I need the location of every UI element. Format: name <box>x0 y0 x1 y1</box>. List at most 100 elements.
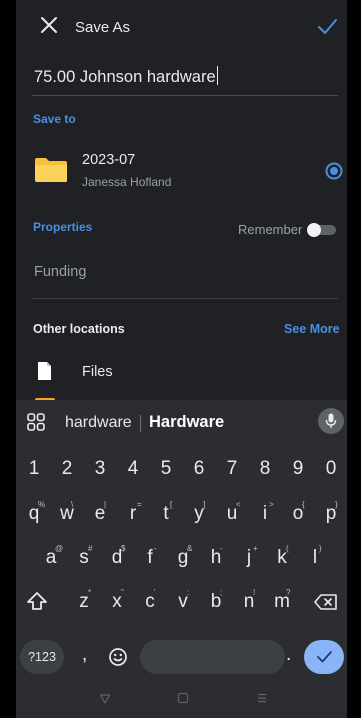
key-alt-symbol: \ <box>71 500 74 509</box>
key-alt-symbol: = <box>137 500 142 509</box>
key-number_row-7[interactable]: 8 <box>250 458 280 480</box>
save-as-dialog: Save As 75.00 Johnson hardware Save to 2… <box>16 0 347 718</box>
key-row2-5[interactable]: h <box>201 547 231 569</box>
key-alt-symbol: | <box>104 500 107 509</box>
remember-label: Remember <box>238 222 303 237</box>
confirm-check-icon[interactable] <box>316 15 338 37</box>
nav-recents-icon[interactable] <box>256 692 268 704</box>
properties-label: Properties <box>33 220 93 234</box>
keyboard: hardware Hardware 1 2 3 4 5 6 7 8 9 0 q% w \ e | r = t[y]… <box>16 400 347 718</box>
key-alt-symbol: < <box>236 500 241 509</box>
file-icon <box>38 362 51 380</box>
key-alt-symbol: % <box>38 500 46 509</box>
key-alt-symbol: # <box>88 544 93 553</box>
key-row3-2[interactable]: c <box>135 591 165 613</box>
suggestion-1[interactable]: hardware <box>65 414 132 432</box>
enter-key[interactable] <box>304 640 344 674</box>
save-to-label: Save to <box>33 112 76 126</box>
key-number_row-0[interactable]: 1 <box>19 458 49 480</box>
key-row1-2[interactable]: e <box>85 503 115 525</box>
key-alt-symbol: ( <box>286 544 289 553</box>
key-row3-4[interactable]: b <box>201 591 231 613</box>
key-row1-4[interactable]: t <box>151 503 181 525</box>
key-alt-symbol: [ <box>170 500 173 509</box>
key-number_row-5[interactable]: 6 <box>184 458 214 480</box>
remember-toggle[interactable] <box>306 222 338 238</box>
location-label: Files <box>82 364 113 380</box>
backspace-icon[interactable] <box>314 593 338 611</box>
nav-home-icon[interactable] <box>177 692 189 704</box>
shift-icon[interactable] <box>26 591 48 611</box>
key-number_row-3[interactable]: 4 <box>118 458 148 480</box>
suggestion-2[interactable]: Hardware <box>149 413 224 432</box>
key-alt-symbol: * <box>88 588 92 597</box>
other-locations-label: Other locations <box>33 322 125 336</box>
key-alt-symbol: @ <box>55 544 64 553</box>
apps-grid-icon[interactable] <box>26 412 46 432</box>
filename-underline <box>32 95 338 96</box>
key-number_row-1[interactable]: 2 <box>52 458 82 480</box>
key-row3-3[interactable]: v <box>168 591 198 613</box>
enter-check-icon <box>317 651 332 663</box>
key-row2-3[interactable]: f <box>135 547 165 569</box>
emoji-icon[interactable] <box>108 647 128 667</box>
text-caret <box>216 66 218 85</box>
key-row1-1[interactable]: w <box>52 503 82 525</box>
key-row1-9[interactable]: p <box>316 503 346 525</box>
key-alt-symbol: { <box>302 500 305 509</box>
key-alt-symbol: ? <box>286 588 291 597</box>
suggestion-strip: hardware Hardware <box>16 400 347 444</box>
symbols-key[interactable]: ?123 <box>20 640 64 674</box>
key-row2-7[interactable]: k <box>267 547 297 569</box>
key-alt-symbol: > <box>269 500 274 509</box>
key-alt-symbol: ' <box>154 588 156 597</box>
key-alt-symbol: - <box>220 544 223 553</box>
key-alt-symbol: " <box>121 588 124 597</box>
suggestion-divider <box>140 415 141 432</box>
key-row2-2[interactable]: d <box>102 547 132 569</box>
key-alt-symbol: ) <box>319 544 322 553</box>
folder-name: 2023-07 <box>82 152 136 168</box>
key-row1-7[interactable]: i <box>250 503 280 525</box>
filename-value: 75.00 Johnson hardware <box>34 68 216 86</box>
key-row1-8[interactable]: o <box>283 503 313 525</box>
key-number_row-6[interactable]: 7 <box>217 458 247 480</box>
key-row2-6[interactable]: j <box>234 547 264 569</box>
key-row2-4[interactable]: g <box>168 547 198 569</box>
folder-owner: Janessa Hofland <box>82 175 172 189</box>
key-alt-symbol: ; <box>220 588 223 597</box>
key-row1-3[interactable]: r <box>118 503 148 525</box>
key-alt-symbol: & <box>187 544 193 553</box>
comma-key[interactable]: , <box>82 644 87 666</box>
key-row1-5[interactable]: y <box>184 503 214 525</box>
key-row3-6[interactable]: m <box>267 591 297 613</box>
key-alt-symbol: + <box>253 544 258 553</box>
system-nav-bar <box>16 683 347 718</box>
section-divider <box>32 298 338 299</box>
space-bar[interactable] <box>140 640 285 674</box>
radio-selected-icon[interactable] <box>325 162 343 180</box>
key-row2-1[interactable]: s <box>69 547 99 569</box>
key-row3-0[interactable]: z <box>69 591 99 613</box>
key-number_row-2[interactable]: 3 <box>85 458 115 480</box>
filename-input[interactable]: 75.00 Johnson hardware <box>34 66 218 87</box>
key-alt-symbol: - <box>154 544 157 553</box>
key-row1-6[interactable]: u <box>217 503 247 525</box>
key-number_row-9[interactable]: 0 <box>316 458 346 480</box>
property-field[interactable]: Funding <box>34 264 86 280</box>
key-number_row-4[interactable]: 5 <box>151 458 181 480</box>
key-row3-5[interactable]: n <box>234 591 264 613</box>
key-row3-1[interactable]: x <box>102 591 132 613</box>
key-alt-symbol: : <box>187 588 190 597</box>
key-alt-symbol: ! <box>253 588 256 597</box>
key-alt-symbol: ] <box>203 500 206 509</box>
key-row2-8[interactable]: l <box>300 547 330 569</box>
microphone-button[interactable] <box>318 408 344 434</box>
key-alt-symbol: $ <box>121 544 126 553</box>
key-number_row-8[interactable]: 9 <box>283 458 313 480</box>
period-key[interactable]: . <box>286 644 291 666</box>
close-icon[interactable] <box>38 14 60 36</box>
nav-back-icon[interactable] <box>99 693 111 705</box>
see-more-link[interactable]: See More <box>284 322 340 336</box>
dialog-title: Save As <box>75 19 131 36</box>
